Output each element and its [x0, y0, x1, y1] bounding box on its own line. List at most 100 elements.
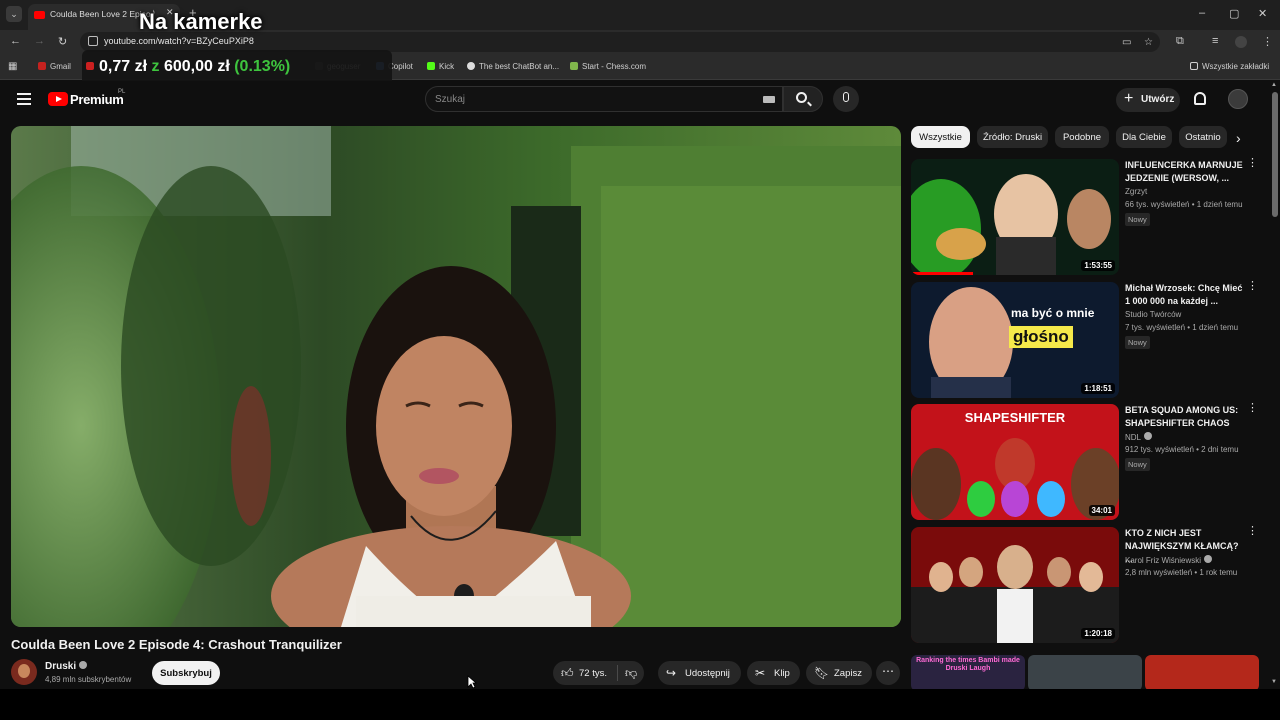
url-text[interactable]: youtube.com/watch?v=BZyCeuPXiP8 [104, 36, 254, 46]
notifications-bell-icon[interactable] [1194, 92, 1206, 105]
channel-name[interactable]: Druski [45, 661, 88, 672]
recommendation-title[interactable]: INFLUENCERKA MARNUJE JEDZENIE (WERSOW, .… [1125, 159, 1245, 185]
bookmark-kick[interactable]: Kick [427, 62, 454, 71]
more-vertical-icon[interactable]: ⋮ [1247, 526, 1258, 543]
short-item[interactable]: Ranking the times Bambi made Druski Laug… [911, 655, 1025, 691]
more-vertical-icon[interactable]: ⋮ [1247, 281, 1258, 298]
video-title: Coulda Been Love 2 Episode 4: Crashout T… [11, 637, 342, 652]
bookmark-star-icon[interactable]: ☆ [1144, 37, 1153, 48]
clip-button[interactable]: ✂ Klip [747, 661, 800, 685]
recommendation-item[interactable]: 1:53:55 INFLUENCERKA MARNUJE JEDZENIE (W… [911, 158, 1261, 275]
chip-recent[interactable]: Ostatnio [1179, 126, 1227, 148]
camera-overlay-caption: Na kamerke [139, 9, 263, 34]
bookmark-chatbot[interactable]: The best ChatBot an... [467, 62, 559, 71]
page-scrollbar[interactable]: ▲ ▼ [1271, 81, 1279, 689]
video-duration: 1:53:55 [1081, 260, 1115, 271]
recommendation-thumbnail[interactable]: 1:20:18 [911, 527, 1119, 643]
thumbnail-image [911, 527, 1119, 643]
recommendation-meta: 912 tys. wyświetleń • 2 dni temu [1125, 445, 1239, 454]
scroll-down-icon[interactable]: ▼ [1271, 679, 1277, 685]
short-item[interactable] [1145, 655, 1259, 691]
scrollbar-thumb[interactable] [1272, 92, 1278, 217]
bookmark-chess[interactable]: Start - Chess.com [570, 62, 646, 71]
recommendation-item[interactable]: ma być o mnie głośno 1:18:51 Michał Wrzo… [911, 281, 1261, 398]
back-icon[interactable]: ← [10, 35, 21, 47]
chip-all[interactable]: Wszystkie [911, 126, 970, 148]
create-button[interactable]: + Utwórz [1116, 88, 1180, 112]
recommendation-meta: 2,8 mln wyświetleń • 1 rok temu [1125, 568, 1238, 577]
like-dislike-group: 👍︎ 72 tys. 👎︎ [553, 661, 644, 685]
forward-icon[interactable]: → [34, 35, 45, 47]
account-avatar[interactable] [1228, 89, 1248, 109]
apps-grid-icon[interactable]: ▦ [8, 61, 17, 72]
channel-avatar[interactable] [11, 659, 37, 685]
omnibox[interactable]: youtube.com/watch?v=BZyCeuPXiP8 ▭ ☆ [80, 32, 1160, 52]
recommendation-channel[interactable]: Studio Twórców [1125, 310, 1181, 319]
bookmark-gmail[interactable]: Gmail [38, 62, 71, 71]
cast-icon[interactable]: ▭ [1122, 37, 1131, 48]
minimize-icon[interactable]: – [1199, 7, 1205, 19]
search-input[interactable]: Szukaj [425, 86, 783, 112]
clip-label: Klip [774, 668, 790, 679]
more-vertical-icon[interactable]: ⋮ [1247, 403, 1258, 420]
maximize-icon[interactable]: ▢ [1229, 7, 1239, 20]
chevron-right-icon[interactable]: › [1236, 130, 1241, 146]
subscriber-count: 4,89 mln subskrybentów [45, 675, 132, 684]
save-button[interactable]: 🔖︎ Zapisz [806, 661, 872, 685]
subscribe-button[interactable]: Subskrybuj [152, 661, 220, 685]
recommendation-thumbnail[interactable]: ma być o mnie głośno 1:18:51 [911, 282, 1119, 398]
scroll-up-icon[interactable]: ▲ [1271, 82, 1277, 88]
short-item[interactable] [1028, 655, 1142, 691]
recommendation-channel[interactable]: Zgrzyt [1125, 187, 1147, 196]
video-duration: 1:18:51 [1081, 383, 1115, 394]
browser-menu-icon[interactable]: ⋮ [1262, 35, 1273, 48]
recommendation-meta: 7 tys. wyświetleń • 1 dzień temu [1125, 323, 1239, 332]
keyboard-icon[interactable] [763, 96, 775, 103]
share-button[interactable]: ↪ Udostępnij [658, 661, 741, 685]
recommendation-thumbnail[interactable]: SHAPESHIFTER 34:01 [911, 404, 1119, 520]
recommendation-channel[interactable]: NDL [1125, 432, 1153, 442]
site-info-icon[interactable] [88, 36, 98, 46]
more-actions-button[interactable]: ⋯ [876, 661, 900, 685]
youtube-page: Premium PL Szukaj + Utwórz Coulda Been L… [0, 81, 1280, 691]
video-player[interactable] [11, 126, 901, 627]
dislike-icon[interactable]: 👎︎ [625, 666, 637, 681]
thumbnail-caption: SHAPESHIFTER [964, 410, 1066, 425]
reload-icon[interactable]: ↻ [58, 35, 67, 48]
youtube-favicon-icon [34, 11, 45, 19]
more-horizontal-icon: ⋯ [882, 664, 894, 678]
recommendation-meta: 66 tys. wyświetleń • 1 dzień temu [1125, 200, 1243, 209]
extensions-icon[interactable]: ⧉ [1176, 35, 1184, 48]
video-duration: 1:20:18 [1081, 628, 1115, 639]
recommendation-title[interactable]: BETA SQUAD AMONG US: SHAPESHIFTER CHAOS [1125, 404, 1245, 430]
search-button[interactable] [783, 86, 823, 112]
profile-avatar[interactable] [1235, 36, 1247, 48]
recommendation-channel[interactable]: Karol Friz Wiśniewski [1125, 555, 1213, 565]
chip-from-druski[interactable]: Źródło: Druski [977, 126, 1048, 148]
menu-icon[interactable] [17, 93, 31, 105]
thumbnail-caption: ma być o mnie [1011, 306, 1095, 320]
chip-similar[interactable]: Podobne [1055, 126, 1109, 148]
like-divider [617, 665, 618, 681]
price-overlay-text: 0,77 zł z 600,00 zł (0.13%) [99, 58, 291, 75]
youtube-premium-logo-text[interactable]: Premium [70, 92, 124, 107]
bookmark-icon: 🔖︎ [814, 666, 830, 680]
voice-search-button[interactable] [833, 86, 859, 112]
like-icon[interactable]: 👍︎ [561, 666, 574, 681]
recommendation-item[interactable]: 1:20:18 KTO Z NICH JEST NAJWIĘKSZYM KŁAM… [911, 526, 1261, 643]
plus-icon: + [1124, 90, 1134, 107]
mouse-cursor-icon [467, 675, 477, 689]
recommendation-thumbnail[interactable]: 1:53:55 [911, 159, 1119, 275]
tab-search-button[interactable]: ⌄ [6, 6, 22, 22]
recommendation-item[interactable]: SHAPESHIFTER 34:01 BETA SQUAD AMONG US: … [911, 403, 1261, 520]
logo-region: PL [118, 89, 126, 95]
youtube-logo-icon[interactable] [48, 92, 68, 106]
overlay-logo-icon [86, 62, 94, 70]
close-window-icon[interactable]: ✕ [1258, 7, 1267, 20]
recommendation-title[interactable]: Michał Wrzosek: Chcę Mieć 1 000 000 na k… [1125, 282, 1245, 308]
like-count[interactable]: 72 tys. [579, 668, 607, 679]
chip-for-you[interactable]: Dla Ciebie [1116, 126, 1172, 148]
all-bookmarks-folder[interactable]: Wszystkie zakładki [1190, 62, 1269, 71]
media-icon[interactable]: ≡ [1212, 35, 1218, 47]
more-vertical-icon[interactable]: ⋮ [1247, 158, 1258, 175]
